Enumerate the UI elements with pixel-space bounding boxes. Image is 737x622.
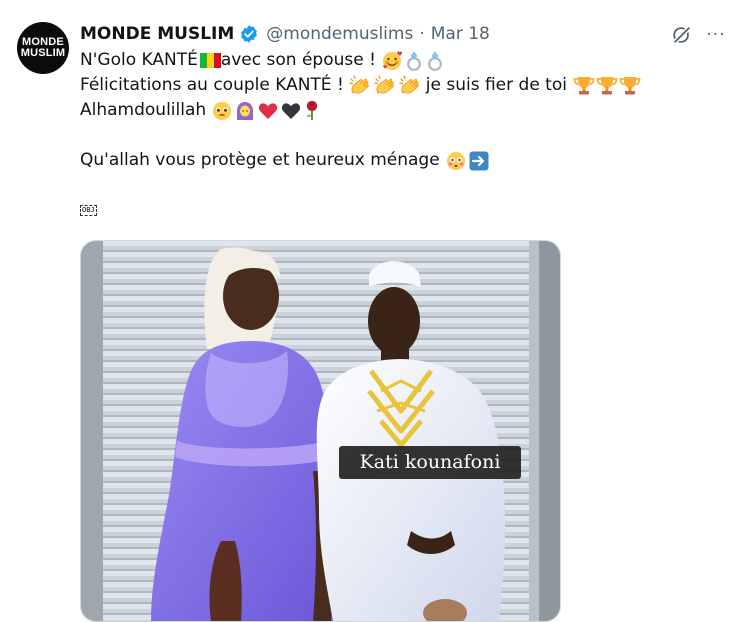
- couple-photo: [81, 241, 560, 621]
- clapping-hands-icon: [374, 74, 398, 97]
- woman-headscarf-icon: [235, 101, 255, 121]
- display-name[interactable]: MONDE MUSLIM: [80, 24, 234, 44]
- text-congrats: Félicitations au couple KANTÉ !: [80, 75, 344, 95]
- user-handle[interactable]: @mondemuslims: [266, 24, 413, 44]
- grok-icon[interactable]: [669, 22, 695, 48]
- trophy-icon: [573, 75, 595, 96]
- avatar[interactable]: MONDE MUSLIM: [17, 22, 69, 74]
- tweet-line-1: N'Golo KANTÉ avec son épouse !: [80, 48, 720, 73]
- tweet-date[interactable]: Mar 18: [431, 24, 490, 44]
- text-spouse: avec son épouse !: [220, 50, 376, 70]
- text-alhamdoulillah: Alhamdoulillah: [80, 100, 207, 120]
- mali-flag-icon: [199, 53, 221, 68]
- clapping-hands-icon: [399, 74, 423, 97]
- ring-icon: [426, 51, 444, 71]
- tweet-line-4: Qu'allah vous protège et heureux ménage: [80, 148, 720, 173]
- tweet-line-5: OBJ: [80, 198, 720, 223]
- tweet-header: MONDE MUSLIM @mondemuslims · Mar 18: [80, 22, 490, 46]
- text-proud: je suis fier de toi: [425, 75, 567, 95]
- clapping-hands-icon: [349, 74, 373, 97]
- flushed-face-icon: [446, 151, 466, 171]
- tweet-line-3: Alhamdoulillah: [80, 98, 720, 123]
- tweet-line-2: Félicitations au couple KANTÉ ! je suis …: [80, 73, 720, 98]
- smiling-hearts-icon: [382, 50, 402, 71]
- red-heart-icon: [258, 102, 278, 120]
- right-arrow-icon: [469, 151, 489, 171]
- separator-dot: ·: [419, 24, 425, 44]
- verified-badge-icon[interactable]: [239, 24, 259, 44]
- ring-icon: [405, 51, 423, 71]
- obj-glyph: OBJ: [80, 205, 97, 216]
- avatar-text-line2: MUSLIM: [20, 47, 66, 59]
- tweet-text: N'Golo KANTÉ avec son épouse ! Félicitat…: [80, 48, 720, 223]
- text-prayer: Qu'allah vous protège et heureux ménage: [80, 150, 440, 170]
- pleading-face-icon: [212, 101, 232, 121]
- rose-icon: [304, 100, 320, 121]
- tweet-media-photo[interactable]: Kati kounafoni: [80, 240, 561, 622]
- text-kante: N'Golo KANTÉ: [80, 50, 198, 70]
- trophy-icon: [596, 75, 618, 96]
- black-heart-icon: [281, 102, 301, 120]
- trophy-icon: [619, 75, 641, 96]
- more-icon[interactable]: ···: [703, 22, 729, 48]
- media-caption: Kati kounafoni: [339, 446, 521, 479]
